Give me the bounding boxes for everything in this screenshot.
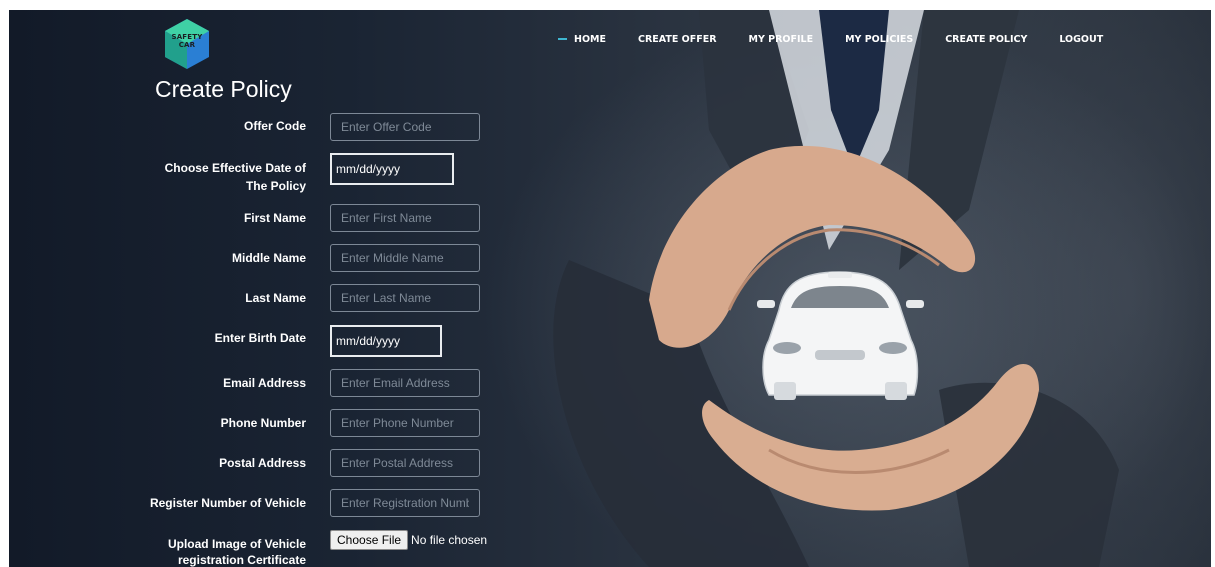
middle-name-input[interactable]: [330, 244, 480, 272]
birth-date-input[interactable]: mm/dd/yyyy: [330, 325, 442, 357]
offer-code-label: Offer Code: [243, 119, 306, 133]
top-navigation: HOME CREATE OFFER MY PROFILE MY POLICIES…: [558, 31, 1135, 47]
nav-create-offer[interactable]: CREATE OFFER: [638, 34, 717, 45]
choose-file-button[interactable]: Choose File: [330, 530, 409, 550]
nav-my-profile[interactable]: MY PROFILE: [749, 34, 814, 45]
effective-date-input[interactable]: mm/dd/yyyy: [330, 153, 454, 185]
email-input[interactable]: [330, 369, 480, 397]
phone-input[interactable]: [330, 409, 480, 437]
nav-logout[interactable]: LOGOUT: [1059, 34, 1103, 45]
file-status-text: No file chosen: [411, 533, 488, 547]
postal-address-input[interactable]: [330, 449, 480, 477]
page-title: Create Policy: [155, 76, 292, 102]
birth-date-label: Enter Birth Date: [214, 331, 306, 345]
app-frame: SAFETY CAR HOME CREATE OFFER MY PROFILE …: [9, 10, 1211, 567]
middle-name-label: Middle Name: [231, 251, 306, 265]
car-illustration: [757, 271, 924, 400]
first-name-label: First Name: [243, 211, 306, 225]
nav-my-policies[interactable]: MY POLICIES: [845, 34, 913, 45]
phone-label: Phone Number: [220, 416, 306, 430]
nav-home[interactable]: HOME: [558, 34, 606, 45]
last-name-label: Last Name: [245, 291, 306, 305]
postal-address-label: Postal Address: [219, 456, 306, 470]
registration-input[interactable]: [330, 489, 480, 517]
registration-label: Register Number of Vehicle: [149, 496, 306, 510]
upload-label: Upload Image of Vehicle registration Cer…: [167, 537, 306, 567]
nav-create-policy[interactable]: CREATE POLICY: [945, 34, 1027, 45]
file-upload: Choose File No file chosen: [330, 530, 487, 550]
email-label: Email Address: [223, 376, 306, 390]
last-name-input[interactable]: [330, 284, 480, 312]
offer-code-input[interactable]: [330, 113, 480, 141]
logo-text: SAFETY CAR: [171, 33, 203, 49]
first-name-input[interactable]: [330, 204, 480, 232]
effective-date-label: Choose Effective Date of The Policy: [164, 161, 306, 193]
brand-logo[interactable]: SAFETY CAR: [164, 18, 210, 70]
